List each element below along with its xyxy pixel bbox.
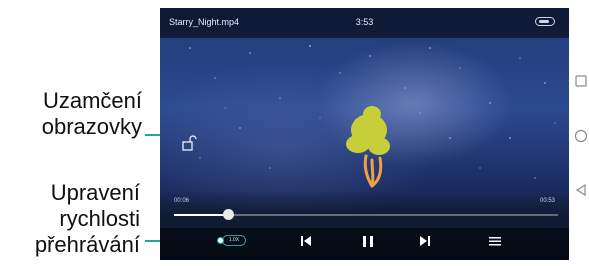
tree-foliage xyxy=(346,106,390,155)
annotation-playback-speed: Upravení rychlosti přehrávání xyxy=(20,180,140,258)
status-clock: 3:53 xyxy=(355,17,374,27)
seek-bar-thumb[interactable] xyxy=(222,209,234,220)
elapsed-time: 00:06 xyxy=(174,198,190,204)
seek-bar[interactable] xyxy=(174,209,558,220)
annotation-screen-lock: Uzamčení obrazovky xyxy=(20,88,142,140)
skip-next-icon[interactable] xyxy=(416,232,434,250)
lock-open-icon[interactable] xyxy=(181,135,197,151)
skip-previous-icon[interactable] xyxy=(297,232,315,250)
total-time: 00:53 xyxy=(539,198,555,204)
playback-speed-leader-dot xyxy=(217,237,224,244)
pause-icon[interactable] xyxy=(359,232,377,250)
player-top-bar: Starry_Night.mp4 3:53 xyxy=(160,8,569,38)
annotation-screen-lock-line1: Uzamčení xyxy=(42,88,142,113)
video-player-screen[interactable]: Starry_Night.mp4 3:53 00:06 00:53 1.0X xyxy=(160,8,569,260)
nav-home-circle-icon[interactable] xyxy=(574,129,588,143)
seek-bar-played xyxy=(174,214,228,216)
battery-icon xyxy=(535,17,555,26)
annotation-speed-line1: Upravení xyxy=(50,180,140,205)
annotation-speed-line2: rychlosti xyxy=(59,206,140,231)
nav-back-triangle-icon[interactable] xyxy=(575,184,587,196)
playback-speed-label: 1.0X xyxy=(228,237,240,243)
system-navigation-bar xyxy=(569,8,589,260)
tree-trunk xyxy=(363,154,383,188)
annotation-screen-lock-line2: obrazovky xyxy=(41,114,142,139)
playlist-icon[interactable] xyxy=(486,232,504,250)
annotation-speed-line3: přehrávání xyxy=(34,232,140,257)
nav-recent-square-icon[interactable] xyxy=(575,75,587,87)
playback-speed-button[interactable]: 1.0X xyxy=(222,235,246,246)
